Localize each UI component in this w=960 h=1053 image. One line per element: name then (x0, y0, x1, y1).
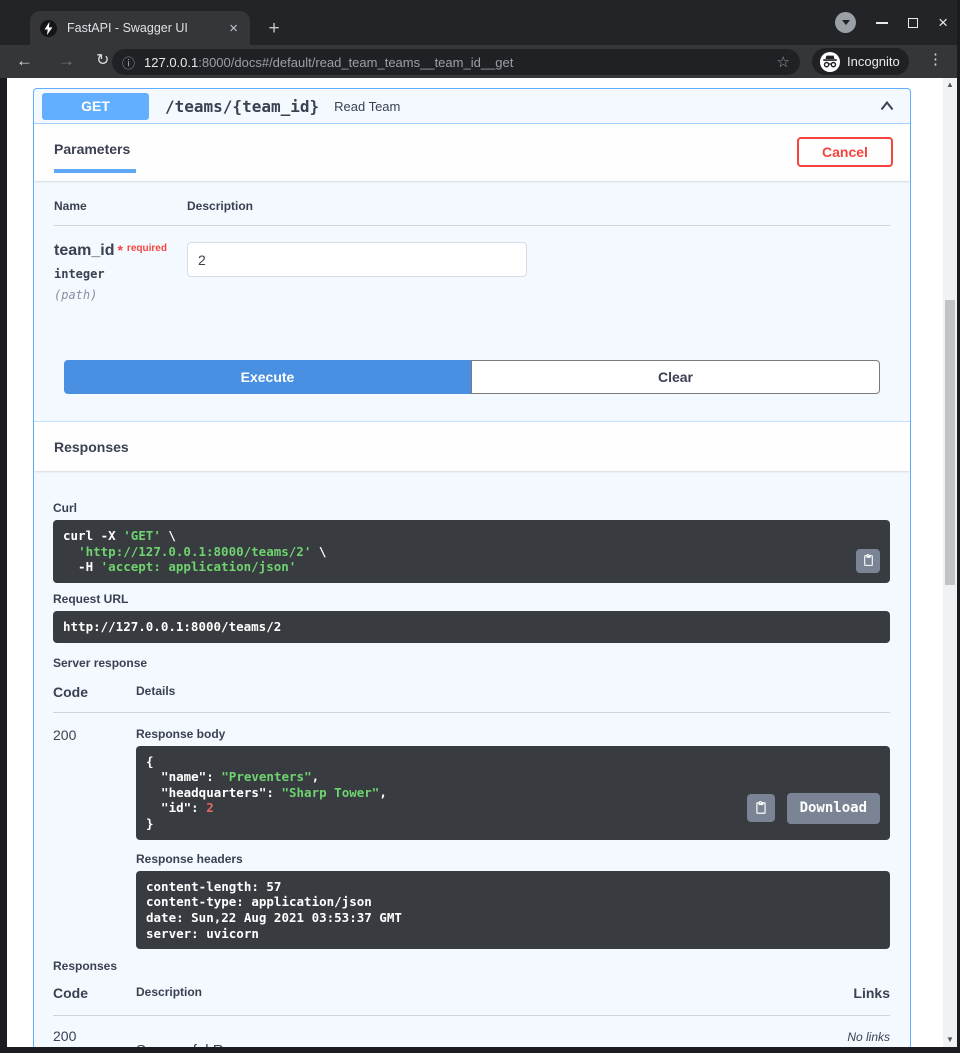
response-body-block: { "name": "Preventers", "headquarters": … (136, 746, 890, 840)
parameter-type: integer (54, 267, 187, 281)
window-controls: × (835, 0, 948, 45)
column-header-name: Name (54, 199, 187, 213)
server-response-row: 200 Response body { "name": "Preventers"… (53, 713, 890, 950)
url-bar[interactable]: ⓘ 127.0.0.1:8000/docs#/default/read_team… (112, 49, 800, 75)
scroll-down-icon[interactable]: ▼ (943, 1033, 957, 1047)
browser-toolbar: ← → ↻ ⓘ 127.0.0.1:8000/docs#/default/rea… (0, 45, 960, 78)
reload-button[interactable]: ↻ (96, 48, 109, 74)
request-url: http://127.0.0.1:8000/teams/2 (63, 619, 281, 634)
request-url-block: http://127.0.0.1:8000/teams/2 (53, 611, 890, 643)
column-header-code: Code (53, 684, 136, 700)
opblock-get-team: GET /teams/{team_id} Read Team Parameter… (33, 88, 911, 1047)
tab-close-icon[interactable]: × (227, 21, 240, 36)
curl-command-block: curl -X 'GET' \ 'http://127.0.0.1:8000/t… (53, 520, 890, 583)
incognito-label: Incognito (847, 54, 900, 69)
server-response-table-header: Code Details (53, 684, 890, 713)
responses-section-title: Responses (54, 439, 129, 455)
response-code: 200 (53, 1028, 136, 1047)
server-response-label: Server response (53, 656, 890, 670)
endpoint-path: /teams/{team_id} (165, 97, 319, 116)
download-button[interactable]: Download (787, 793, 880, 824)
scroll-up-icon[interactable]: ▲ (943, 78, 957, 92)
maximize-button[interactable] (908, 18, 918, 28)
browser-menu-icon[interactable]: ⋮ (928, 50, 943, 68)
required-label: required (127, 243, 167, 254)
url-host: 127.0.0.1 (144, 55, 198, 70)
new-tab-button[interactable]: + (264, 19, 284, 38)
back-button[interactable]: ← (16, 48, 33, 74)
responses-table-header: Code Description Links (53, 985, 890, 1016)
response-headers-block: content-length: 57 content-type: applica… (136, 871, 890, 950)
browser-titlebar: FastAPI - Swagger UI × + × (0, 0, 960, 45)
site-info-icon[interactable]: ⓘ (122, 53, 135, 72)
parameter-location: (path) (54, 288, 187, 302)
minimize-button[interactable] (876, 22, 888, 24)
execute-button[interactable]: Execute (64, 360, 471, 394)
response-links: No links (847, 1028, 890, 1047)
url-path: :8000/docs#/default/read_team_teams__tea… (198, 55, 513, 70)
parameters-body: Name Description team_id*required intege… (34, 181, 910, 421)
incognito-icon (820, 52, 840, 72)
parameter-row: team_id*required integer (path) (54, 226, 890, 343)
response-status-code: 200 (53, 727, 136, 950)
collapse-arrow-icon[interactable] (878, 97, 896, 115)
browser-tab[interactable]: FastAPI - Swagger UI × (30, 11, 250, 45)
responses-table-title: Responses (53, 959, 890, 973)
swagger-page: GET /teams/{team_id} Read Team Parameter… (7, 78, 943, 1047)
url-text: 127.0.0.1:8000/docs#/default/read_team_t… (144, 55, 777, 70)
endpoint-summary: Read Team (334, 99, 400, 114)
column-header-code: Code (53, 985, 136, 1001)
incognito-badge: Incognito (812, 48, 909, 75)
forward-button[interactable]: → (58, 48, 75, 74)
fastapi-favicon-icon (40, 20, 57, 37)
tab-title: FastAPI - Swagger UI (67, 21, 227, 35)
column-header-description: Description (136, 985, 853, 1001)
curl-label: Curl (53, 501, 890, 515)
http-method-badge: GET (42, 93, 149, 120)
column-header-details: Details (136, 684, 175, 700)
clear-button[interactable]: Clear (471, 360, 880, 394)
cancel-button[interactable]: Cancel (797, 137, 893, 167)
parameters-tab: Parameters (54, 141, 136, 173)
team-id-input[interactable] (187, 242, 527, 277)
parameter-name: team_id*required (54, 242, 187, 260)
page-scrollbar[interactable]: ▲ ▼ (943, 78, 957, 1047)
browser-update-icon[interactable] (835, 12, 856, 33)
responses-body: Curl curl -X 'GET' \ 'http://127.0.0.1:8… (34, 471, 910, 1047)
close-window-button[interactable]: × (938, 14, 948, 31)
table-row: 200 Successful Response No links (53, 1016, 890, 1047)
response-headers: content-length: 57 content-type: applica… (146, 879, 402, 941)
parameters-header: Parameters Cancel (34, 124, 910, 181)
response-headers-label: Response headers (136, 852, 890, 866)
required-star: * (117, 242, 122, 258)
request-url-label: Request URL (53, 592, 890, 606)
clipboard-icon (754, 801, 768, 815)
parameters-table-header: Name Description (54, 199, 890, 226)
column-header-links: Links (853, 985, 890, 1001)
responses-header: Responses (34, 421, 910, 471)
scrollbar-thumb[interactable] (945, 300, 955, 585)
column-header-description: Description (187, 199, 253, 213)
response-description: Successful Response (136, 1028, 847, 1047)
bookmark-star-icon[interactable]: ☆ (777, 53, 790, 71)
copy-response-button[interactable] (747, 794, 775, 822)
curl-command: curl -X 'GET' \ 'http://127.0.0.1:8000/t… (63, 528, 326, 574)
clipboard-icon (862, 554, 875, 567)
opblock-summary[interactable]: GET /teams/{team_id} Read Team (34, 89, 910, 124)
response-body-label: Response body (136, 727, 890, 741)
copy-curl-button[interactable] (856, 549, 880, 573)
execute-button-group: Execute Clear (54, 343, 890, 421)
